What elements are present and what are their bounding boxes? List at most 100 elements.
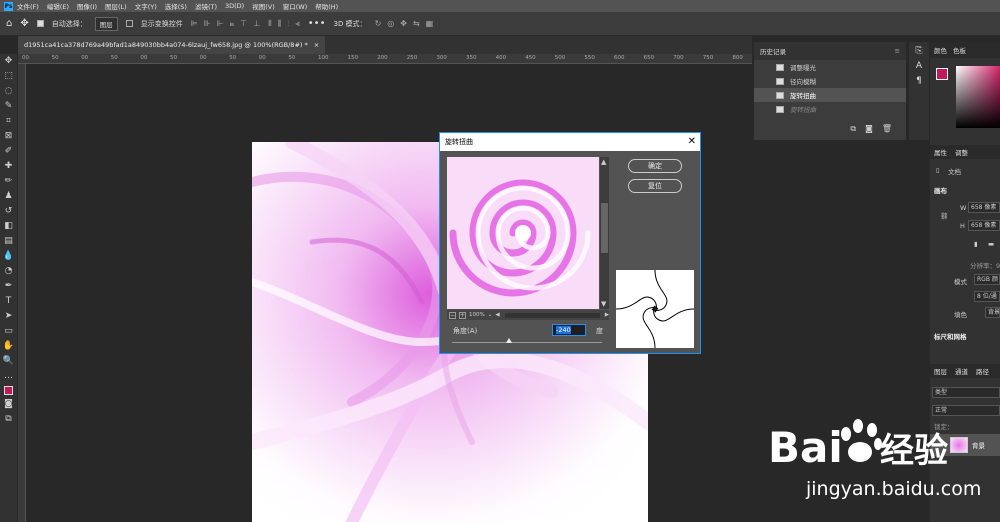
preview-scrollbar[interactable]: ▲ ▼ — [600, 157, 609, 309]
move-tool-icon[interactable]: ✥ — [3, 56, 15, 67]
angle-slider-thumb[interactable] — [505, 338, 512, 343]
frame-tool-icon[interactable]: ⊠ — [3, 131, 15, 142]
lasso-tool-icon[interactable]: ◌ — [3, 86, 15, 97]
shape-tool-icon[interactable]: ▭ — [3, 326, 15, 337]
tab-paths[interactable]: 路径 — [976, 366, 989, 376]
hand-tool-icon[interactable]: ✋ — [3, 341, 15, 352]
history-panel-icon[interactable]: ⎘ — [915, 46, 922, 56]
menu-image[interactable]: 图像(I) — [77, 1, 97, 11]
zoom-value[interactable]: 100% — [469, 312, 485, 318]
zoom-in-button[interactable]: + — [459, 311, 466, 319]
paragraph-panel-icon[interactable]: ¶ — [916, 76, 922, 86]
zoom-out-button[interactable]: − — [449, 311, 456, 319]
menu-help[interactable]: 帮助(H) — [315, 1, 338, 11]
width-field[interactable]: 658 像素 — [968, 202, 1000, 213]
scroll-left-icon[interactable]: ◀ — [495, 312, 499, 318]
landscape-icon[interactable]: ▬ — [988, 240, 994, 248]
close-icon[interactable]: ✕ — [688, 133, 696, 151]
zoom-tool-icon[interactable]: 🔍 — [3, 356, 15, 367]
ok-button[interactable]: 确定 — [628, 159, 682, 173]
more-tools-icon[interactable]: … — [3, 371, 15, 382]
height-field[interactable]: 658 像素 — [968, 220, 1000, 231]
menu-type[interactable]: 文字(Y) — [135, 1, 157, 11]
bit-depth-select[interactable]: 8 位/通 — [974, 291, 1000, 302]
tab-swatches[interactable]: 色板 — [953, 45, 966, 55]
menu-layer[interactable]: 图层(L) — [105, 1, 127, 11]
history-item[interactable]: 径向模糊 — [754, 74, 906, 88]
layer-filter-select[interactable]: 类型 — [932, 387, 1000, 398]
foreground-color-box[interactable] — [936, 68, 948, 80]
healing-tool-icon[interactable]: ✚ — [3, 161, 15, 172]
history-item[interactable]: 调整曝光 — [754, 60, 906, 74]
quick-mask-icon[interactable]: ◙ — [3, 399, 15, 410]
scroll-down-icon[interactable]: ▼ — [601, 300, 606, 308]
document-icon — [776, 91, 784, 99]
menu-select[interactable]: 选择(S) — [165, 1, 187, 11]
type-tool-icon[interactable]: T — [3, 296, 15, 307]
blur-tool-icon[interactable]: 💧 — [3, 251, 15, 262]
new-document-icon[interactable]: ⧉ — [850, 124, 856, 134]
canvas-section-title[interactable]: 画布 — [934, 185, 947, 195]
distribute-buttons[interactable]: ⫴ ⫼ ⫶ ⫷ — [268, 19, 300, 29]
rulers-grid-section-title[interactable]: 标尺和网格 — [934, 331, 967, 341]
brush-tool-icon[interactable]: ✏ — [3, 176, 15, 187]
close-icon[interactable]: × — [314, 41, 319, 49]
crop-tool-icon[interactable]: ⌗ — [3, 116, 15, 127]
marquee-tool-icon[interactable]: ⬚ — [3, 71, 15, 82]
home-icon[interactable]: ⌂ — [6, 18, 12, 29]
move-tool-icon[interactable]: ✥ — [20, 18, 28, 29]
menu-edit[interactable]: 编辑(E) — [47, 1, 69, 11]
foreground-color-swatch[interactable] — [4, 386, 13, 395]
scroll-up-icon[interactable]: ▲ — [601, 158, 606, 166]
angle-input[interactable]: -240 — [552, 324, 586, 336]
stamp-tool-icon[interactable]: ♟ — [3, 191, 15, 202]
menu-filter[interactable]: 滤镜(T) — [195, 1, 217, 11]
screen-mode-icon[interactable]: ⧉ — [3, 414, 15, 425]
menu-file[interactable]: 文件(F) — [17, 1, 39, 11]
scroll-thumb[interactable] — [601, 203, 608, 253]
character-panel-icon[interactable]: A — [916, 61, 922, 71]
history-tab[interactable]: 历史记录 — [760, 46, 786, 56]
quick-select-tool-icon[interactable]: ✎ — [3, 101, 15, 112]
menu-3d[interactable]: 3D(D) — [225, 2, 244, 10]
panel-menu-icon[interactable]: ≡ — [895, 47, 900, 55]
pen-tool-icon[interactable]: ✒ — [3, 281, 15, 292]
angle-slider-track[interactable] — [452, 342, 602, 343]
history-brush-icon[interactable]: ↺ — [3, 206, 15, 217]
show-transform-checkbox[interactable] — [125, 20, 133, 27]
tab-color[interactable]: 颜色 — [934, 45, 947, 55]
tab-properties[interactable]: 属性 — [934, 147, 947, 157]
more-icon[interactable]: ••• — [308, 18, 326, 29]
color-field[interactable] — [956, 66, 1000, 128]
path-select-icon[interactable]: ➤ — [3, 311, 15, 322]
3d-mode-buttons[interactable]: ↻ ◎ ✥ ⇆ ▦ — [375, 19, 434, 28]
document-tab[interactable]: d1951ca41ca378d769a49bfad1a849030bb4a074… — [18, 36, 326, 54]
auto-select-checkbox[interactable] — [36, 20, 44, 27]
trash-icon[interactable]: 🗑 — [882, 124, 892, 134]
link-icon[interactable]: ⛓ — [940, 212, 948, 220]
chevron-down-icon[interactable]: ⌄ — [488, 312, 493, 318]
gradient-tool-icon[interactable]: ▤ — [3, 236, 15, 247]
filter-preview[interactable] — [447, 157, 599, 309]
reset-button[interactable]: 复位 — [628, 179, 682, 193]
scroll-right-icon[interactable]: ▶ — [605, 312, 609, 318]
menu-view[interactable]: 视图(V) — [252, 1, 275, 11]
fill-select[interactable]: 背景 — [985, 307, 1000, 318]
dialog-titlebar[interactable]: 旋转扭曲 — [440, 133, 700, 151]
horizontal-scrollbar[interactable] — [504, 312, 600, 318]
dodge-tool-icon[interactable]: ◔ — [3, 266, 15, 277]
portrait-icon[interactable]: ▮ — [974, 240, 978, 248]
auto-select-dropdown[interactable]: 图层 — [94, 16, 118, 31]
camera-icon[interactable]: ◙ — [865, 124, 873, 134]
menu-window[interactable]: 窗口(W) — [283, 1, 308, 11]
tab-adjustments[interactable]: 调整 — [955, 147, 968, 157]
tab-layers[interactable]: 图层 — [934, 366, 947, 376]
document-icon — [776, 63, 784, 71]
align-buttons[interactable]: ⊫ ⊪ ⊩ ⫢ ⊤ ⊥ — [191, 19, 260, 29]
history-item[interactable]: 旋转扭曲 — [754, 102, 906, 116]
eraser-tool-icon[interactable]: ◧ — [3, 221, 15, 232]
eyedropper-tool-icon[interactable]: ✐ — [3, 146, 15, 157]
tab-channels[interactable]: 通道 — [955, 366, 968, 376]
history-item[interactable]: 旋转扭曲 — [754, 88, 906, 102]
mode-select[interactable]: RGB 颜 — [974, 274, 1000, 285]
